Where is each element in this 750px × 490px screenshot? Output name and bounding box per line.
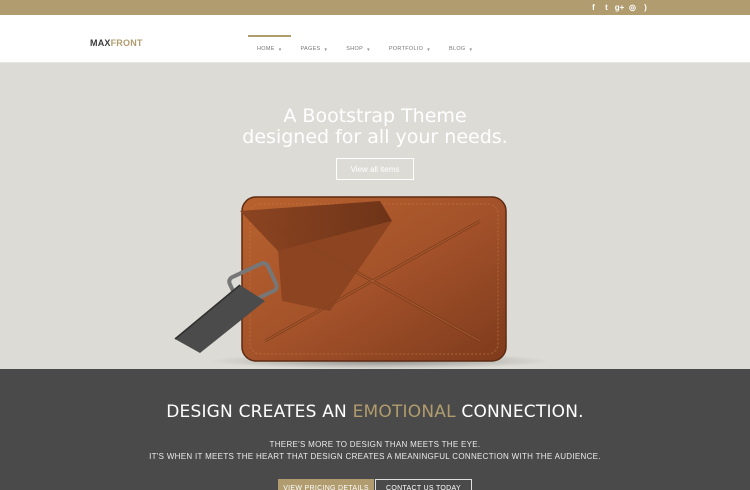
nav-item-label: PORTFOLIO <box>388 46 424 52</box>
facebook-icon[interactable]: f <box>587 2 600 13</box>
logo[interactable]: MAXFRONT <box>90 38 143 48</box>
band-title: DESIGN CREATES AN EMOTIONAL CONNECTION. <box>0 402 750 422</box>
social-links: f t g+ ◎ ) <box>587 2 652 13</box>
chevron-down-icon: ▼ <box>323 46 329 52</box>
view-pricing-button[interactable]: VIEW PRICING DETAILS <box>278 479 374 490</box>
hero-title-line1: A Bootstrap Theme <box>283 105 467 127</box>
top-bar: f t g+ ◎ ) <box>0 0 750 15</box>
nav-item-pages[interactable]: PAGES ▼ <box>291 35 337 63</box>
nav-item-blog[interactable]: BLOG ▼ <box>440 35 482 63</box>
logo-part-max: MAX <box>90 38 111 48</box>
chevron-down-icon: ▼ <box>426 46 431 52</box>
nav-item-label: PAGES <box>300 46 321 52</box>
emotional-connection-section: DESIGN CREATES AN EMOTIONAL CONNECTION. … <box>0 369 750 490</box>
chevron-down-icon: ▼ <box>366 46 371 52</box>
contact-us-button[interactable]: CONTACT US TODAY <box>375 479 472 490</box>
logo-part-front: FRONT <box>110 38 143 48</box>
chevron-down-icon: ▼ <box>277 46 283 52</box>
nav-item-label: HOME <box>257 46 275 52</box>
hero-section: A Bootstrap Theme designed for all your … <box>0 63 750 369</box>
band-text-line2: IT'S WHEN IT MEETS THE HEART THAT DESIGN… <box>149 452 601 461</box>
google-plus-icon[interactable]: g+ <box>613 2 626 13</box>
twitter-icon[interactable]: t <box>600 2 613 13</box>
dribbble-icon[interactable]: ◎ <box>626 2 639 13</box>
band-title-accent: EMOTIONAL <box>352 402 456 422</box>
nav-item-label: SHOP <box>346 46 364 52</box>
rss-icon[interactable]: ) <box>639 2 652 13</box>
view-all-items-button[interactable]: View all items <box>336 158 414 180</box>
site-header: MAXFRONT HOME ▼ PAGES ▼ SHOP ▼ PORTFOLIO ▼ B… <box>0 15 750 63</box>
nav-item-portfolio[interactable]: PORTFOLIO ▼ <box>380 35 440 63</box>
band-title-before: DESIGN CREATES AN <box>166 402 353 422</box>
chevron-down-icon: ▼ <box>468 46 474 52</box>
messenger-bag-image <box>174 196 550 369</box>
band-title-after: CONNECTION. <box>455 402 584 422</box>
main-nav: HOME ▼ PAGES ▼ SHOP ▼ PORTFOLIO ▼ BLOG ▼ <box>248 35 482 63</box>
band-text-line1: THERE'S MORE TO DESIGN THAN MEETS THE EY… <box>269 440 481 449</box>
nav-item-label: BLOG <box>449 46 466 52</box>
hero-title-line2: designed for all your needs. <box>242 126 508 148</box>
nav-item-home[interactable]: HOME ▼ <box>248 35 292 63</box>
nav-item-shop[interactable]: SHOP ▼ <box>337 35 380 63</box>
